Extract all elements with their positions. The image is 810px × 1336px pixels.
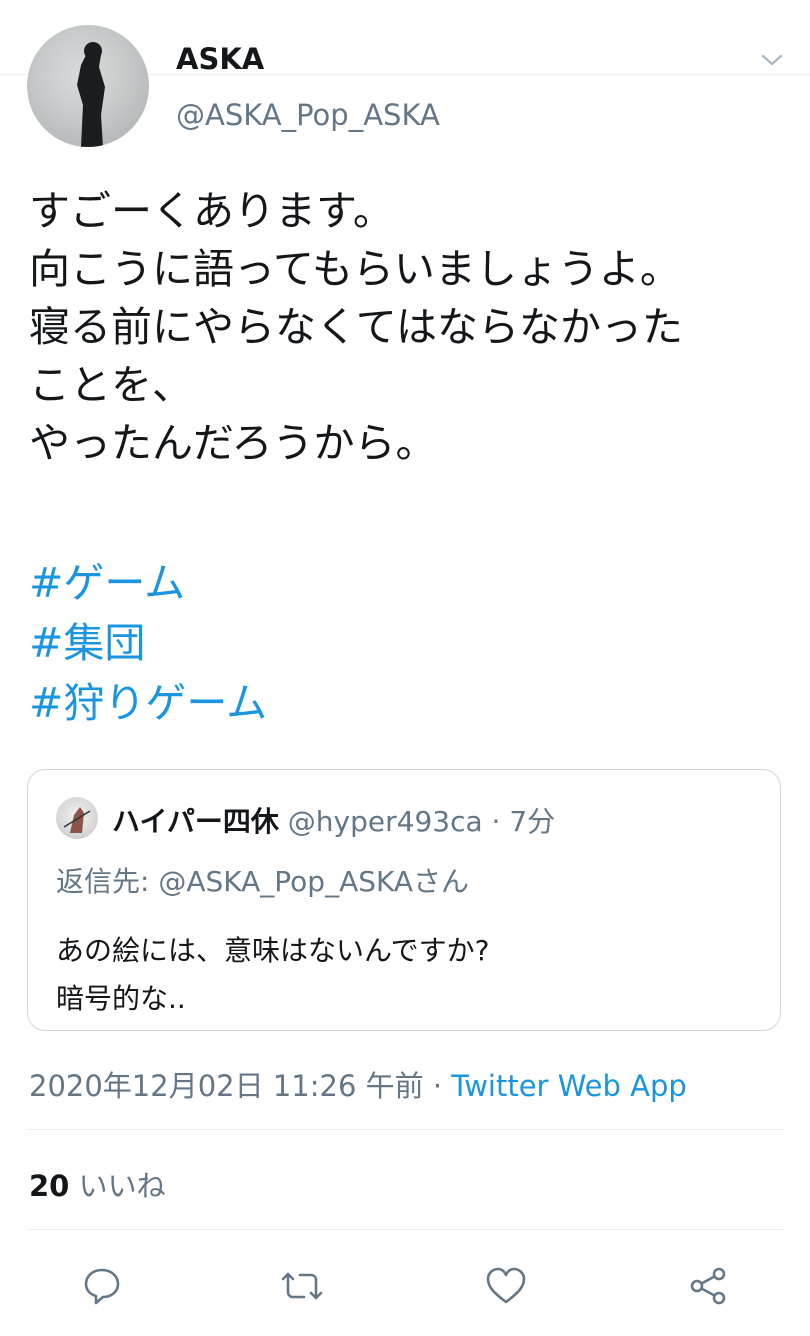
- author-name[interactable]: ASKA: [176, 42, 264, 76]
- tweet-line: やったんだろうから。: [29, 419, 437, 467]
- heart-icon[interactable]: [484, 1264, 528, 1308]
- hashtag-link[interactable]: #ゲーム: [29, 553, 267, 613]
- tweet-text: すごーくあります。 向こうに語ってもらいましょうよ。 寝る前にやらなくてはならな…: [29, 182, 799, 472]
- like-label: いいね: [78, 1169, 166, 1203]
- tweet-line: ことを、: [29, 361, 193, 409]
- quoted-author-name: ハイパー四休: [112, 805, 279, 838]
- dot-separator: ·: [491, 805, 510, 838]
- quoted-text: あの絵には、意味はないんですか? 暗号的な..: [56, 927, 489, 1023]
- source-app-link[interactable]: Twitter Web App: [451, 1069, 687, 1103]
- quoted-time: 7分: [509, 805, 556, 838]
- quoted-line: 暗号的な..: [56, 982, 186, 1015]
- likes-stat[interactable]: 20 いいね: [29, 1163, 166, 1205]
- quoted-tweet-card[interactable]: ハイパー四休 @hyper493ca · 7分 返信先: @ASKA_Pop_A…: [27, 769, 781, 1031]
- hashtag-link[interactable]: #集団: [29, 613, 267, 673]
- tweet-line: すごーくあります。: [29, 187, 394, 235]
- reply-icon[interactable]: [80, 1264, 124, 1308]
- dot-separator: ·: [423, 1069, 452, 1103]
- quoted-header: ハイパー四休 @hyper493ca · 7分: [112, 800, 555, 840]
- quoted-avatar: [56, 797, 98, 839]
- tweet-line: 向こうに語ってもらいましょうよ。: [29, 245, 681, 293]
- quoted-author-handle: @hyper493ca: [287, 805, 483, 838]
- quoted-reply-to: 返信先: @ASKA_Pop_ASKAさん: [56, 865, 470, 898]
- hashtag-list: #ゲーム #集団 #狩りゲーム: [29, 553, 267, 733]
- divider: [27, 1129, 783, 1130]
- author-handle[interactable]: @ASKA_Pop_ASKA: [176, 98, 440, 132]
- divider: [27, 1229, 783, 1230]
- avatar[interactable]: [27, 25, 149, 147]
- avatar-silhouette-icon: [77, 42, 105, 147]
- like-count: 20: [29, 1169, 70, 1203]
- hashtag-link[interactable]: #狩りゲーム: [29, 673, 267, 733]
- tweet-line: 寝る前にやらなくてはならなかった: [29, 303, 683, 351]
- quoted-line: あの絵には、意味はないんですか?: [56, 934, 490, 967]
- timestamp: 2020年12月02日 11:26 午前: [29, 1069, 424, 1103]
- retweet-icon[interactable]: [280, 1264, 324, 1308]
- share-icon[interactable]: [686, 1264, 730, 1308]
- tweet-metadata: 2020年12月02日 11:26 午前 · Twitter Web App: [29, 1063, 687, 1105]
- chevron-down-icon[interactable]: [760, 48, 784, 72]
